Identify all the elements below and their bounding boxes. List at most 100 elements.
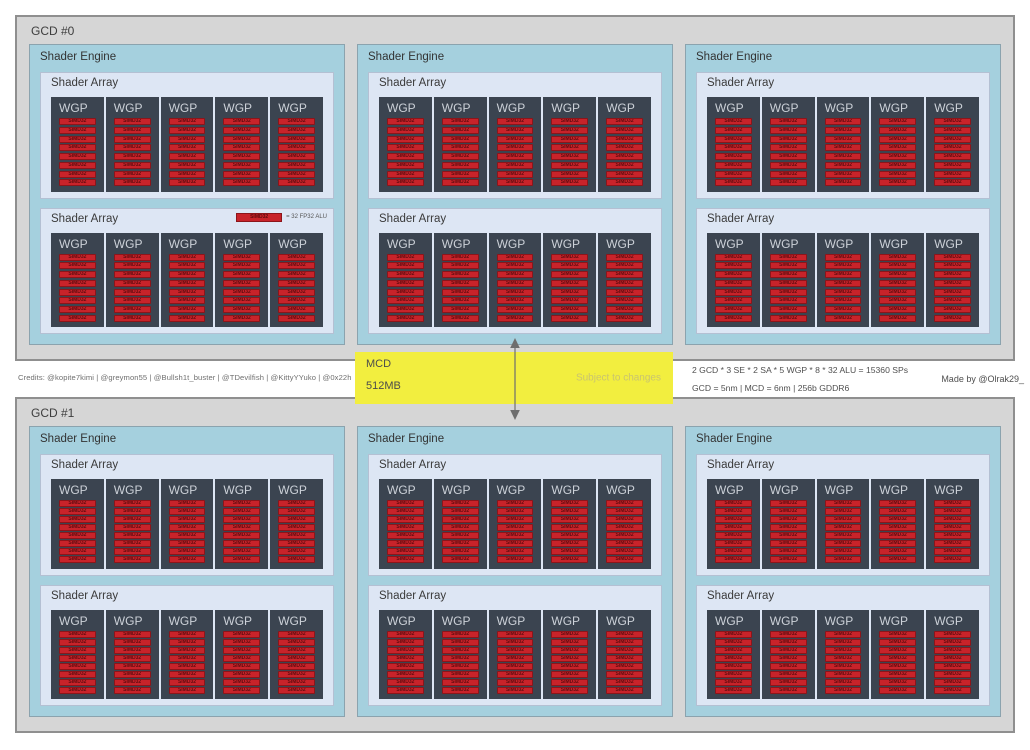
simd32-chip: SIMD32 — [825, 306, 862, 313]
simd32-chip: SIMD32 — [934, 144, 971, 151]
simd32-chip: SIMD32 — [770, 524, 807, 531]
simd32-chip: SIMD32 — [114, 655, 151, 662]
simd32-chip: SIMD32 — [934, 306, 971, 313]
shader-engine: Shader EngineShader ArrayWGPSIMD32SIMD32… — [357, 44, 673, 345]
simd32-chip: SIMD32 — [114, 179, 151, 186]
simd32-chip: SIMD32 — [715, 639, 752, 646]
simd32-stack: SIMD32SIMD32SIMD32SIMD32SIMD32SIMD32SIMD… — [114, 631, 151, 695]
simd32-chip: SIMD32 — [879, 679, 916, 686]
simd32-chip: SIMD32 — [59, 179, 96, 186]
simd32-chip: SIMD32 — [551, 254, 588, 261]
simd32-chip: SIMD32 — [551, 127, 588, 134]
simd32-chip: SIMD32 — [934, 271, 971, 278]
simd32-chip: SIMD32 — [551, 118, 588, 125]
simd32-chip: SIMD32 — [715, 671, 752, 678]
simd32-chip: SIMD32 — [59, 500, 96, 507]
simd32-chip: SIMD32 — [551, 179, 588, 186]
simd32-chip: SIMD32 — [879, 548, 916, 555]
simd32-chip: SIMD32 — [715, 663, 752, 670]
simd32-chip: SIMD32 — [825, 663, 862, 670]
simd32-chip: SIMD32 — [770, 118, 807, 125]
wgp-row: WGPSIMD32SIMD32SIMD32SIMD32SIMD32SIMD32S… — [707, 479, 979, 569]
wgp-label: WGP — [606, 483, 643, 497]
simd32-chip: SIMD32 — [606, 153, 643, 160]
simd32-stack: SIMD32SIMD32SIMD32SIMD32SIMD32SIMD32SIMD… — [715, 631, 752, 695]
simd32-chip: SIMD32 — [59, 171, 96, 178]
wgp-row: WGPSIMD32SIMD32SIMD32SIMD32SIMD32SIMD32S… — [379, 233, 651, 328]
simd32-chip: SIMD32 — [551, 516, 588, 523]
shader-array: Shader ArrayWGPSIMD32SIMD32SIMD32SIMD32S… — [368, 585, 662, 707]
wgp-block: WGPSIMD32SIMD32SIMD32SIMD32SIMD32SIMD32S… — [871, 97, 924, 192]
simd32-stack: SIMD32SIMD32SIMD32SIMD32SIMD32SIMD32SIMD… — [606, 254, 643, 323]
simd32-chip: SIMD32 — [715, 679, 752, 686]
simd32-chip: SIMD32 — [770, 306, 807, 313]
wgp-row: WGPSIMD32SIMD32SIMD32SIMD32SIMD32SIMD32S… — [51, 97, 323, 192]
simd32-chip: SIMD32 — [497, 639, 534, 646]
wgp-block: WGPSIMD32SIMD32SIMD32SIMD32SIMD32SIMD32S… — [215, 97, 268, 192]
wgp-label: WGP — [606, 101, 643, 115]
wgp-label: WGP — [59, 483, 96, 497]
simd32-chip: SIMD32 — [825, 171, 862, 178]
simd32-chip: SIMD32 — [879, 655, 916, 662]
simd32-chip: SIMD32 — [715, 262, 752, 269]
shader-engine: Shader EngineShader ArrayWGPSIMD32SIMD32… — [29, 426, 345, 717]
simd32-chip: SIMD32 — [59, 262, 96, 269]
wgp-row: WGPSIMD32SIMD32SIMD32SIMD32SIMD32SIMD32S… — [51, 610, 323, 700]
simd32-chip: SIMD32 — [606, 271, 643, 278]
simd32-chip: SIMD32 — [497, 663, 534, 670]
gcd-0-section: GCD #0 Shader EngineShader ArrayWGPSIMD3… — [15, 15, 1015, 361]
spec-summary-line1: 2 GCD * 3 SE * 2 SA * 5 WGP * 8 * 32 ALU… — [692, 362, 908, 380]
wgp-label: WGP — [825, 237, 862, 251]
simd32-stack: SIMD32SIMD32SIMD32SIMD32SIMD32SIMD32SIMD… — [59, 500, 96, 564]
wgp-block: WGPSIMD32SIMD32SIMD32SIMD32SIMD32SIMD32S… — [598, 233, 651, 328]
simd32-chip: SIMD32 — [497, 655, 534, 662]
simd32-chip: SIMD32 — [223, 679, 260, 686]
shader-array-label: Shader Array — [707, 77, 979, 97]
simd32-chip: SIMD32 — [169, 655, 206, 662]
simd32-chip: SIMD32 — [114, 127, 151, 134]
simd32-chip: SIMD32 — [934, 548, 971, 555]
simd32-chip: SIMD32 — [114, 254, 151, 261]
simd32-stack: SIMD32SIMD32SIMD32SIMD32SIMD32SIMD32SIMD… — [934, 254, 971, 323]
wgp-label: WGP — [114, 237, 151, 251]
simd32-chip: SIMD32 — [551, 687, 588, 694]
simd32-chip: SIMD32 — [114, 162, 151, 169]
simd32-stack: SIMD32SIMD32SIMD32SIMD32SIMD32SIMD32SIMD… — [278, 500, 315, 564]
simd32-chip: SIMD32 — [606, 687, 643, 694]
simd32-chip: SIMD32 — [387, 679, 424, 686]
simd32-chip: SIMD32 — [770, 532, 807, 539]
simd32-chip: SIMD32 — [715, 556, 752, 563]
wgp-block: WGPSIMD32SIMD32SIMD32SIMD32SIMD32SIMD32S… — [379, 97, 432, 192]
simd32-chip: SIMD32 — [387, 647, 424, 654]
simd32-stack: SIMD32SIMD32SIMD32SIMD32SIMD32SIMD32SIMD… — [715, 118, 752, 187]
simd32-chip: SIMD32 — [770, 144, 807, 151]
simd32-chip: SIMD32 — [278, 289, 315, 296]
simd32-chip: SIMD32 — [934, 663, 971, 670]
simd32-chip: SIMD32 — [278, 136, 315, 143]
wgp-block: WGPSIMD32SIMD32SIMD32SIMD32SIMD32SIMD32S… — [161, 610, 214, 700]
simd32-chip: SIMD32 — [223, 687, 260, 694]
simd32-chip: SIMD32 — [551, 262, 588, 269]
simd32-chip: SIMD32 — [934, 153, 971, 160]
shader-array-column: Shader ArrayWGPSIMD32SIMD32SIMD32SIMD32S… — [696, 72, 990, 334]
simd32-chip: SIMD32 — [770, 508, 807, 515]
simd32-stack: SIMD32SIMD32SIMD32SIMD32SIMD32SIMD32SIMD… — [387, 118, 424, 187]
simd32-chip: SIMD32 — [387, 271, 424, 278]
simd32-chip: SIMD32 — [879, 516, 916, 523]
simd32-chip: SIMD32 — [770, 280, 807, 287]
simd32-chip: SIMD32 — [59, 548, 96, 555]
simd32-chip: SIMD32 — [825, 262, 862, 269]
simd32-chip: SIMD32 — [770, 540, 807, 547]
simd32-chip: SIMD32 — [387, 631, 424, 638]
simd32-chip: SIMD32 — [169, 306, 206, 313]
simd32-chip: SIMD32 — [223, 639, 260, 646]
simd32-chip: SIMD32 — [114, 671, 151, 678]
simd32-chip: SIMD32 — [278, 516, 315, 523]
simd32-chip: SIMD32 — [387, 315, 424, 322]
simd32-chip: SIMD32 — [442, 171, 479, 178]
wgp-label: WGP — [114, 614, 151, 628]
simd32-chip: SIMD32 — [278, 639, 315, 646]
simd32-chip: SIMD32 — [387, 280, 424, 287]
simd32-chip: SIMD32 — [169, 548, 206, 555]
simd32-chip: SIMD32 — [114, 556, 151, 563]
